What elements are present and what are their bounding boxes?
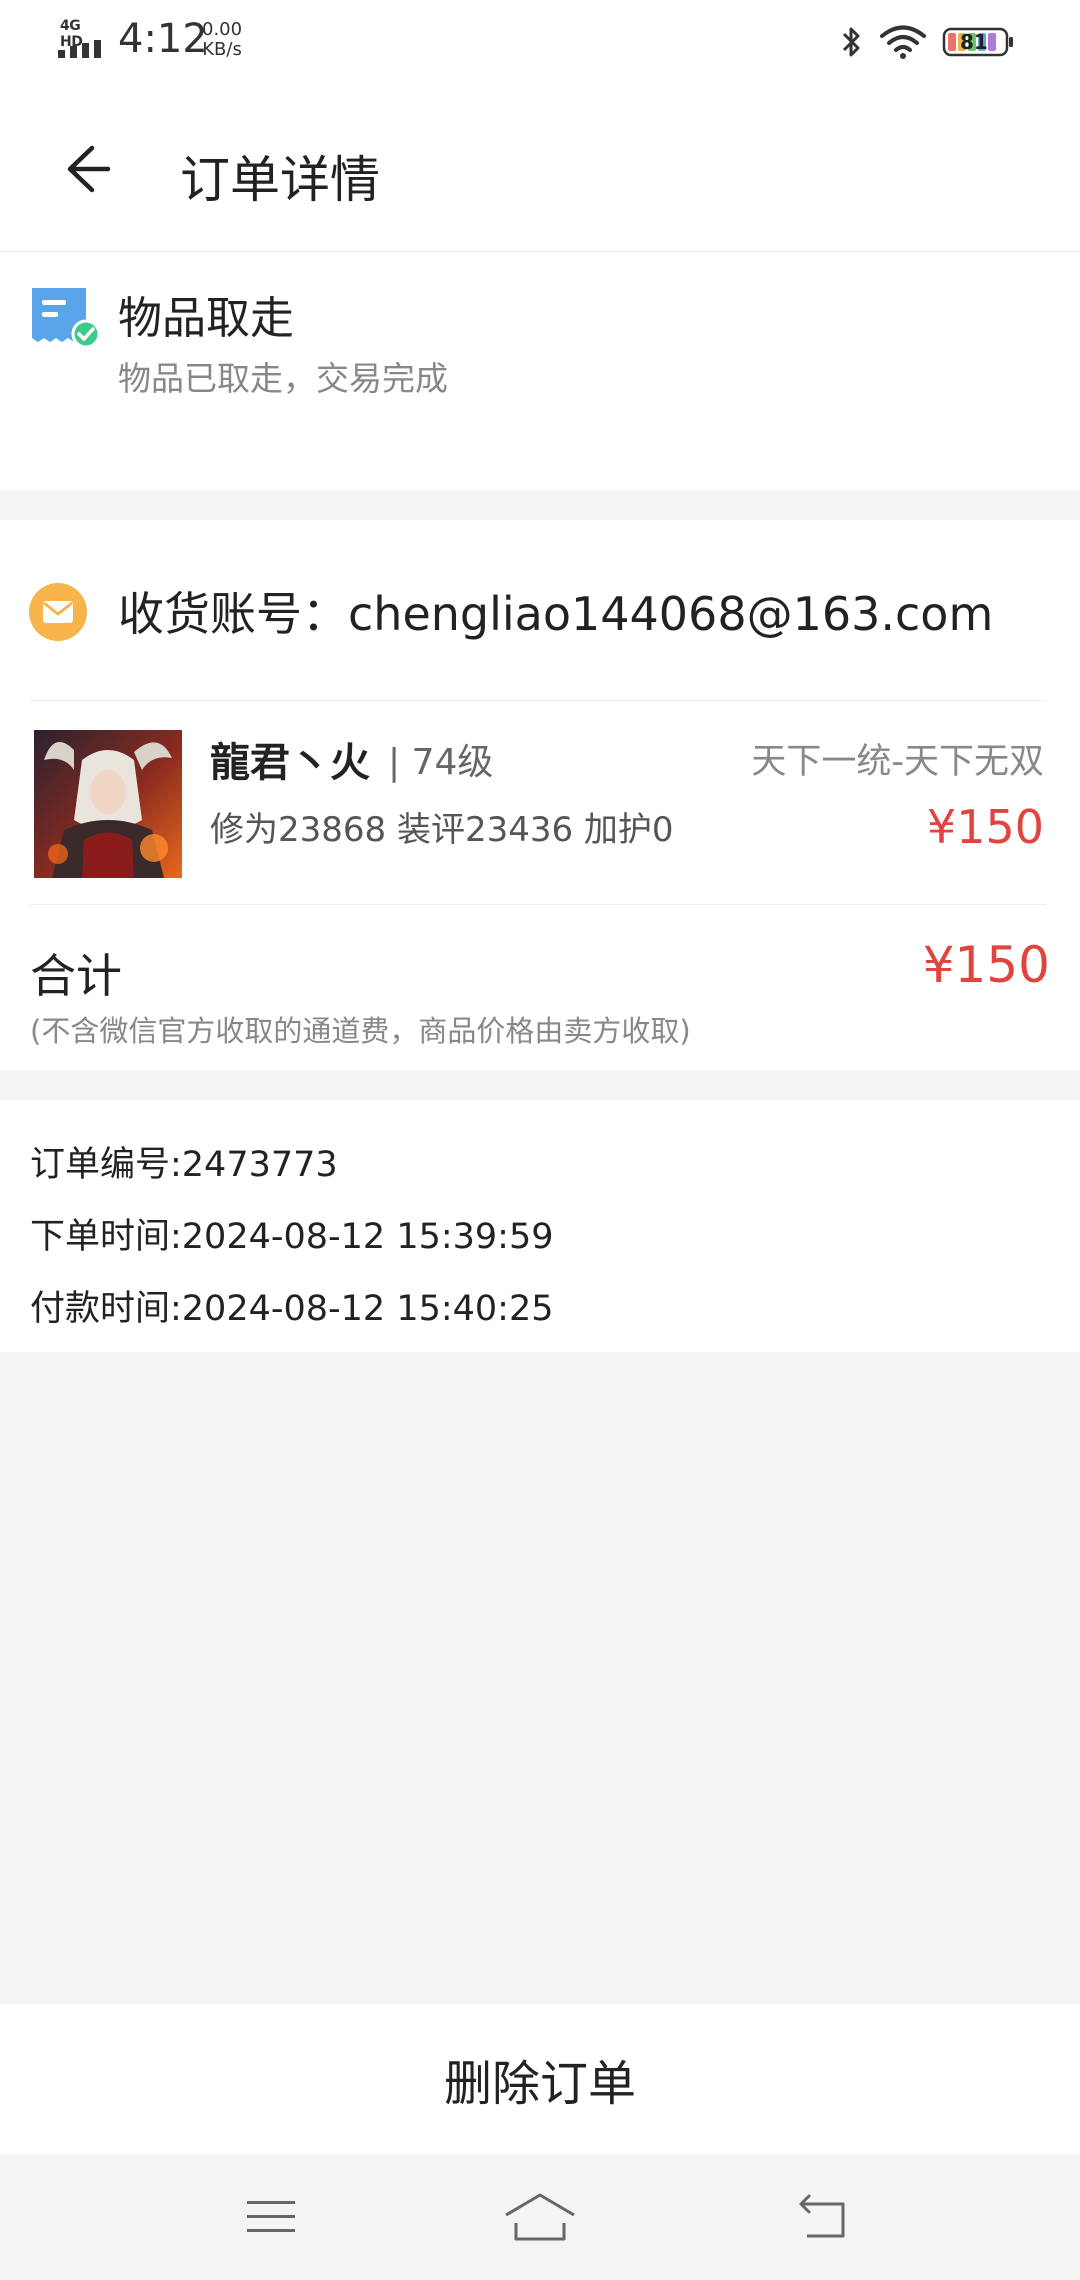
total-price: ¥150 (922, 936, 1050, 994)
signal-icon: 4G HD (58, 18, 106, 60)
total-label: 合计 (30, 949, 122, 1003)
divider (30, 904, 1046, 905)
item-stats: 修为23868 装评23436 加护0 (210, 810, 674, 850)
back-button[interactable] (40, 134, 130, 204)
order-card: 收货账号：chengliao144068@163.com 龍君丶火 | 74级 … (0, 520, 1080, 1070)
mail-icon (29, 583, 87, 641)
status-bar: 4G HD 4:12 0.00 KB/s 81 (0, 0, 1080, 84)
nav-menu-button[interactable] (226, 2184, 316, 2250)
receipt-check-icon (32, 288, 100, 349)
menu-icon (247, 2201, 295, 2232)
item-server: 天下一统-天下无双 (751, 742, 1044, 782)
status-time: 4:12 (118, 16, 208, 62)
status-description: 物品已取走，交易完成 (118, 359, 448, 398)
item-level: | 74级 (388, 742, 494, 783)
app-bar: 订单详情 (0, 84, 1080, 252)
order-status-card: 物品取走 物品已取走，交易完成 (0, 252, 1080, 490)
payment-time: 付款时间:2024-08-12 15:40:25 (30, 1289, 554, 1329)
page-title: 订单详情 (180, 151, 380, 209)
battery-level: 81 (960, 30, 988, 54)
return-icon (799, 2194, 845, 2238)
nav-back-button[interactable] (778, 2184, 868, 2250)
status-title: 物品取走 (118, 293, 294, 344)
battery-icon: 81 (942, 26, 1014, 58)
item-name: 龍君丶火 (210, 740, 370, 786)
receiving-account: 收货账号：chengliao144068@163.com (118, 587, 994, 641)
network-speed: 0.00 KB/s (202, 20, 242, 60)
bottom-action-bar: 删除订单 (0, 2004, 1080, 2154)
speed-unit: KB/s (202, 39, 242, 60)
nav-home-button[interactable] (495, 2184, 585, 2250)
wifi-icon (880, 25, 926, 59)
arrow-left-icon (67, 145, 111, 193)
speed-value: 0.00 (202, 19, 243, 40)
order-time: 下单时间:2024-08-12 15:39:59 (30, 1217, 554, 1257)
item-price: ¥150 (926, 800, 1044, 854)
item-thumbnail (34, 730, 182, 878)
bluetooth-icon (842, 27, 860, 57)
total-note: (不含微信官方收取的通道费，商品价格由卖方收取) (30, 1014, 691, 1048)
system-nav-bar (0, 2154, 1080, 2280)
home-icon (505, 2193, 575, 2241)
divider (30, 700, 1046, 701)
order-number: 订单编号:2473773 (30, 1145, 338, 1185)
status-icons: 81 (840, 20, 1014, 64)
order-info-card: 订单编号:2473773 下单时间:2024-08-12 15:39:59 付款… (0, 1100, 1080, 1352)
delete-order-button[interactable]: 删除订单 (0, 2004, 1080, 2154)
